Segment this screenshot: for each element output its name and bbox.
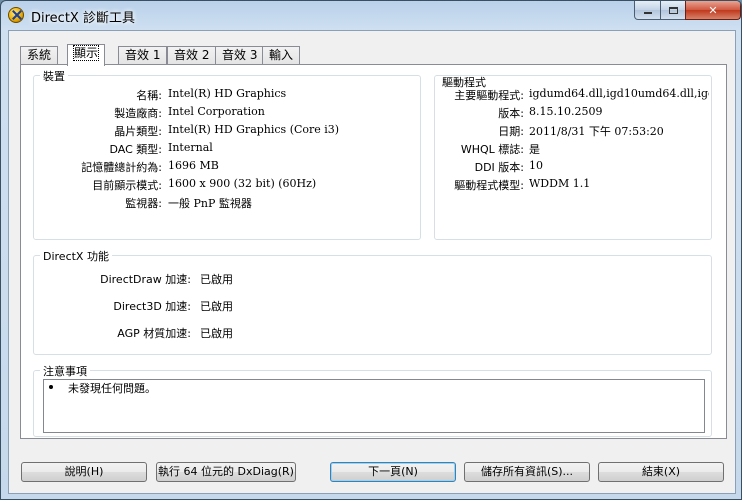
tab-label: 系統	[27, 48, 52, 62]
device-label: 晶片類型:	[114, 125, 162, 138]
driver-row: 版本: 8.15.10.2509	[435, 105, 711, 121]
device-label: 記憶體總計約為:	[81, 161, 162, 174]
notes-group-title: 注意事項	[40, 363, 90, 379]
feature-value: 已啟用	[200, 300, 233, 313]
feature-label: DirectDraw 加速:	[100, 273, 191, 286]
driver-label: 驅動程式模型:	[454, 179, 524, 192]
close-button[interactable]: ✕	[685, 1, 741, 20]
device-row: 記憶體總計約為: 1696 MB	[34, 159, 420, 175]
driver-label: WHQL 標誌:	[460, 143, 524, 156]
window-title: DirectX 診斷工具	[31, 11, 135, 26]
device-label: DAC 類型:	[109, 143, 163, 156]
next-page-button[interactable]: 下一頁(N)	[330, 462, 456, 482]
tab-label: 音效 1	[125, 48, 161, 62]
driver-group: 驅動程式 主要驅動程式: igdumd64.dll,igd10umd64.dll…	[434, 75, 712, 240]
tab-display[interactable]: 顯示	[67, 44, 106, 66]
device-value: 一般 PnP 監視器	[168, 197, 252, 210]
tab-input[interactable]: 輸入	[262, 46, 301, 65]
minimize-icon	[643, 12, 652, 14]
notes-textbox[interactable]: 未發現任何問題。	[43, 379, 705, 433]
device-label: 名稱:	[136, 89, 162, 102]
driver-row: 驅動程式模型: WDDM 1.1	[435, 177, 711, 193]
feature-row: DirectDraw 加速: 已啟用	[34, 271, 711, 287]
driver-label: 版本:	[498, 107, 524, 120]
client-area: 系統 顯示 音效 1 音效 2 音效 3 輸入 裝置 名稱: Intel(R) …	[8, 30, 736, 494]
tab-label: 音效 3	[222, 48, 258, 62]
tab-sound-1[interactable]: 音效 1	[118, 46, 168, 65]
device-value: 1696 MB	[168, 159, 219, 172]
maximize-icon	[668, 6, 678, 14]
tab-label: 輸入	[269, 48, 294, 62]
driver-value: igdumd64.dll,igd10umd64.dll,igdumd	[529, 87, 709, 100]
device-group: 裝置 名稱: Intel(R) HD Graphics 製造廠商: Intel …	[33, 68, 421, 240]
device-row: 晶片類型: Intel(R) HD Graphics (Core i3)	[34, 123, 420, 139]
feature-value: 已啟用	[200, 327, 233, 340]
driver-label: 主要驅動程式:	[454, 89, 524, 102]
feature-row: Direct3D 加速: 已啟用	[34, 298, 711, 314]
device-row: DAC 類型: Internal	[34, 141, 420, 157]
device-value: Intel(R) HD Graphics (Core i3)	[168, 123, 340, 136]
feature-label: Direct3D 加速:	[113, 300, 191, 313]
title-bar[interactable]: DirectX 診斷工具 ✕	[1, 1, 741, 29]
exit-button[interactable]: 結束(X)	[598, 462, 724, 482]
minimize-button[interactable]	[634, 1, 661, 20]
driver-value: 是	[529, 143, 540, 156]
device-value: Intel Corporation	[168, 105, 265, 118]
feature-value: 已啟用	[200, 273, 233, 286]
directx-app-icon	[8, 7, 24, 23]
device-value: Internal	[168, 141, 213, 154]
feature-label: AGP 材質加速:	[117, 327, 191, 340]
directx-diag-window: DirectX 診斷工具 ✕ 系統 顯示 音效 1 音效 2 音效 3 輸入 裝…	[0, 0, 742, 500]
driver-value: 10	[529, 159, 543, 172]
device-row: 名稱: Intel(R) HD Graphics	[34, 87, 420, 103]
driver-row: WHQL 標誌: 是	[435, 141, 711, 157]
tab-system[interactable]: 系統	[20, 46, 59, 65]
save-all-info-button[interactable]: 儲存所有資訊(S)...	[464, 462, 590, 482]
driver-row: 主要驅動程式: igdumd64.dll,igd10umd64.dll,igdu…	[435, 87, 711, 103]
display-tab-panel: 裝置 名稱: Intel(R) HD Graphics 製造廠商: Intel …	[20, 64, 727, 439]
close-icon: ✕	[708, 3, 718, 17]
driver-value: 2011/8/31 下午 07:53:20	[529, 125, 664, 138]
device-row: 製造廠商: Intel Corporation	[34, 105, 420, 121]
device-label: 目前顯示模式:	[92, 179, 162, 192]
device-label: 製造廠商:	[114, 107, 162, 120]
bullet-icon	[49, 385, 53, 389]
note-item: 未發現任何問題。	[68, 382, 156, 395]
feature-row: AGP 材質加速: 已啟用	[34, 325, 711, 341]
tab-label: 音效 2	[174, 48, 210, 62]
help-button[interactable]: 說明(H)	[21, 462, 147, 482]
device-value: 1600 x 900 (32 bit) (60Hz)	[168, 177, 317, 190]
driver-row: DDI 版本: 10	[435, 159, 711, 175]
driver-label: DDI 版本:	[474, 161, 524, 174]
driver-value: 8.15.10.2509	[529, 105, 603, 118]
device-row: 監視器: 一般 PnP 監視器	[34, 195, 420, 211]
directx-features-title: DirectX 功能	[40, 248, 112, 264]
driver-label: 日期:	[498, 125, 524, 138]
driver-value: WDDM 1.1	[529, 177, 591, 190]
tab-sound-2[interactable]: 音效 2	[167, 46, 217, 65]
device-row: 目前顯示模式: 1600 x 900 (32 bit) (60Hz)	[34, 177, 420, 193]
run-64bit-dxdiag-button[interactable]: 執行 64 位元的 DxDiag(R)	[156, 462, 296, 482]
device-label: 監視器:	[125, 197, 162, 210]
notes-group: 注意事項 未發現任何問題。	[33, 363, 712, 437]
tab-label: 顯示	[72, 45, 100, 61]
directx-features-group: DirectX 功能 DirectDraw 加速: 已啟用 Direct3D 加…	[33, 248, 712, 355]
tab-sound-3[interactable]: 音效 3	[215, 46, 265, 65]
device-group-title: 裝置	[40, 68, 68, 84]
device-value: Intel(R) HD Graphics	[168, 87, 287, 100]
driver-row: 日期: 2011/8/31 下午 07:53:20	[435, 123, 711, 139]
maximize-button[interactable]	[660, 1, 686, 20]
